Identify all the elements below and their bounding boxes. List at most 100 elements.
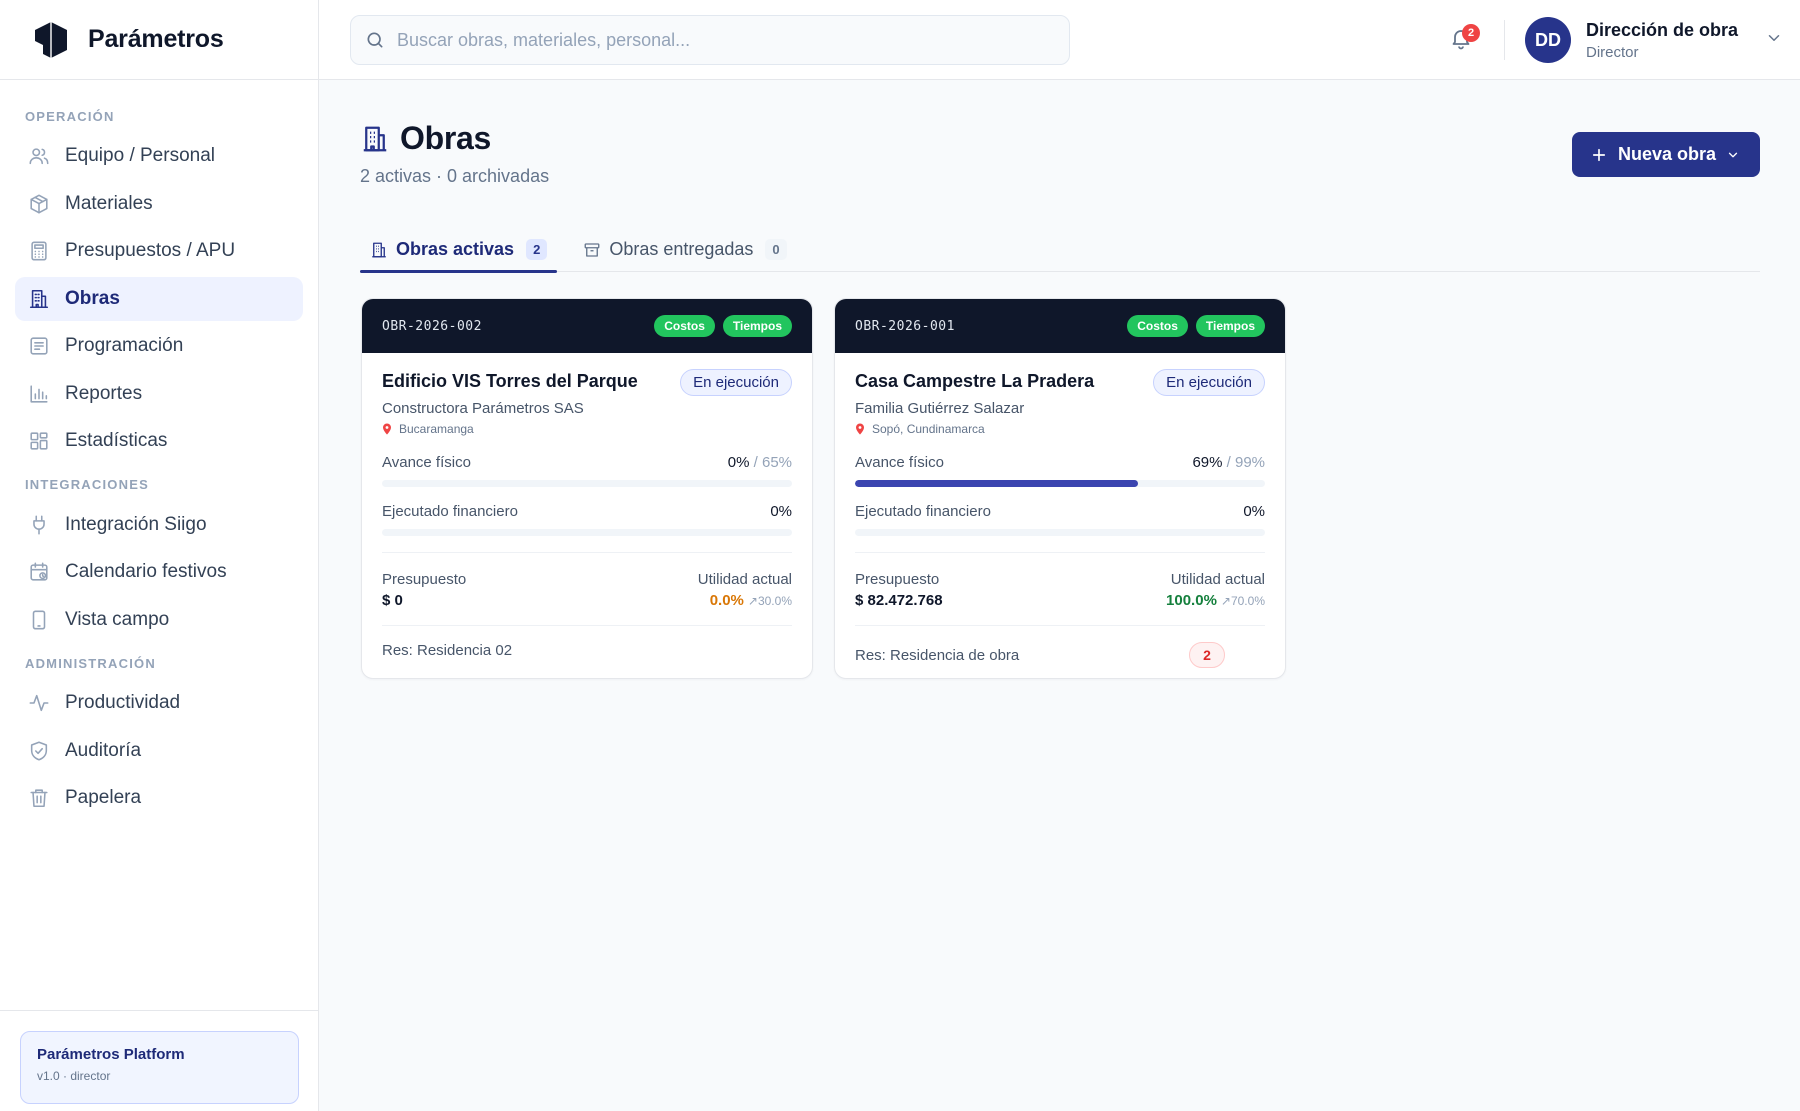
obra-code: OBR-2026-002 bbox=[382, 318, 482, 334]
metric-label: Avance físico bbox=[382, 454, 471, 471]
notifications-badge: 2 bbox=[1462, 24, 1480, 42]
metric-value: 69% / 99% bbox=[1192, 454, 1265, 471]
sidebar-nav: OPERACIÓN Equipo / Personal Materiales P… bbox=[0, 80, 318, 820]
progress-bar bbox=[382, 480, 792, 487]
chip-costos: Costos bbox=[654, 315, 715, 337]
sidebar-item-label: Productividad bbox=[65, 692, 181, 713]
sidebar-item-auditoria[interactable]: Auditoría bbox=[15, 729, 303, 773]
progress-value: 69% bbox=[1192, 454, 1223, 471]
plug-icon bbox=[33, 515, 45, 534]
avatar: DD bbox=[1525, 17, 1571, 63]
map-pin-icon bbox=[856, 423, 864, 435]
sidebar-item-siigo[interactable]: Integración Siigo bbox=[15, 503, 303, 547]
financial-value: 0% bbox=[1243, 503, 1265, 520]
tabs: Obras activas 2 Obras entregadas 0 bbox=[360, 227, 1760, 273]
metric-financiero: Ejecutado financiero 0% bbox=[855, 503, 1265, 536]
sidebar-item-label: Programación bbox=[65, 335, 184, 356]
financial-bar bbox=[382, 529, 792, 536]
sidebar-item-estadisticas[interactable]: Estadísticas bbox=[15, 419, 303, 463]
alert-count-badge[interactable]: 2 bbox=[1189, 642, 1225, 668]
search-box[interactable] bbox=[350, 15, 1070, 65]
status-badge: En ejecución bbox=[1153, 369, 1265, 396]
activity-icon bbox=[29, 694, 49, 712]
obra-code: OBR-2026-001 bbox=[855, 318, 955, 334]
obra-card[interactable]: OBR-2026-001 Costos Tiempos Casa Campest… bbox=[834, 298, 1286, 679]
obra-client: Constructora Parámetros SAS bbox=[382, 400, 584, 417]
budget-row: Presupuesto $ 0 Utilidad actual 0.0% ↗30.… bbox=[382, 571, 792, 609]
metric-value: 0% / 65% bbox=[728, 454, 792, 471]
sidebar-item-label: Papelera bbox=[65, 787, 142, 808]
financial-value: 0% bbox=[770, 503, 792, 520]
sidebar-item-calendario[interactable]: Calendario festivos bbox=[15, 550, 303, 594]
tab-obras-activas[interactable]: Obras activas 2 bbox=[360, 227, 558, 273]
utility-value-row: 100.0% ↗70.0% bbox=[1166, 592, 1265, 609]
sidebar-item-programacion[interactable]: Programación bbox=[15, 324, 303, 368]
notifications-button[interactable]: 2 bbox=[1449, 24, 1480, 54]
map-pin-icon bbox=[383, 423, 391, 435]
obra-card[interactable]: OBR-2026-002 Costos Tiempos Edificio VIS… bbox=[361, 298, 813, 679]
chevron-down-icon bbox=[1728, 152, 1738, 157]
sidebar-item-label: Estadísticas bbox=[65, 430, 168, 451]
platform-name: Parámetros Platform bbox=[37, 1046, 185, 1063]
resident-text: Res: Residencia de obra bbox=[855, 646, 1020, 664]
budget-label: Presupuesto bbox=[382, 571, 467, 588]
utility-trend: ↗70.0% bbox=[1220, 594, 1265, 608]
dashboard-icon bbox=[30, 432, 48, 450]
obra-title: Casa Campestre La Pradera bbox=[855, 371, 1095, 391]
nav-section-title: INTEGRACIONES bbox=[25, 477, 149, 492]
metric-label: Avance físico bbox=[855, 454, 944, 471]
sidebar-item-equipo[interactable]: Equipo / Personal bbox=[15, 134, 303, 178]
status-badge: En ejecución bbox=[680, 369, 792, 396]
building-icon bbox=[372, 242, 386, 257]
tab-count: 2 bbox=[526, 239, 548, 260]
tab-obras-entregadas[interactable]: Obras entregadas 0 bbox=[573, 227, 796, 272]
platform-version: v1.0 · director bbox=[37, 1069, 111, 1083]
building-icon bbox=[29, 289, 49, 308]
search-icon bbox=[367, 32, 383, 48]
card-chips: Costos Tiempos bbox=[1127, 315, 1265, 337]
topbar-divider bbox=[1504, 20, 1505, 60]
metric-label: Ejecutado financiero bbox=[855, 503, 991, 520]
progress-bar bbox=[855, 480, 1265, 487]
sidebar-item-label: Integración Siigo bbox=[65, 513, 207, 535]
plus-icon bbox=[1592, 148, 1606, 161]
utility-value: 100.0% bbox=[1166, 592, 1217, 609]
bar-chart-icon bbox=[30, 384, 48, 403]
card-title-row: Edificio VIS Torres del Parque En ejecuc… bbox=[382, 369, 792, 396]
resident-row: Res: Residencia de obra 2 bbox=[855, 642, 1265, 668]
schedule-icon bbox=[30, 337, 48, 355]
main-content: Obras 2 activas · 0 archivadas Nueva obr… bbox=[319, 80, 1800, 1111]
sidebar-item-obras[interactable]: Obras bbox=[15, 276, 303, 321]
financial-bar bbox=[855, 529, 1265, 536]
tab-label: Obras activas bbox=[396, 239, 515, 259]
sidebar-item-label: Presupuestos / APU bbox=[65, 240, 236, 261]
trash-icon bbox=[30, 789, 48, 808]
metric-label: Ejecutado financiero bbox=[382, 503, 518, 520]
nav-section-title: OPERACIÓN bbox=[25, 108, 115, 124]
search-input[interactable] bbox=[397, 29, 1037, 51]
sidebar-item-papelera[interactable]: Papelera bbox=[15, 776, 303, 820]
sidebar-item-productividad[interactable]: Productividad bbox=[15, 681, 303, 725]
resident-text: Res: Residencia 02 bbox=[382, 642, 513, 659]
box-icon bbox=[30, 194, 48, 213]
sidebar-item-label: Obras bbox=[65, 287, 120, 309]
tab-label: Obras entregadas bbox=[609, 239, 754, 259]
user-menu[interactable]: DD Dirección de obra Director bbox=[1525, 17, 1783, 63]
sidebar-item-vista-campo[interactable]: Vista campo bbox=[15, 598, 303, 642]
sidebar-item-presupuestos[interactable]: Presupuestos / APU bbox=[15, 229, 303, 273]
utility-label: Utilidad actual bbox=[1170, 571, 1265, 588]
divider bbox=[382, 552, 792, 553]
sidebar-item-label: Auditoría bbox=[65, 739, 142, 761]
page-title: Obras bbox=[400, 120, 491, 156]
sidebar-item-materiales[interactable]: Materiales bbox=[15, 182, 303, 226]
sidebar: Parámetros OPERACIÓN Equipo / Personal M… bbox=[0, 0, 319, 1111]
new-obra-button[interactable]: Nueva obra bbox=[1571, 132, 1760, 177]
calculator-icon bbox=[31, 241, 47, 261]
brand-name: Parámetros bbox=[88, 25, 224, 53]
sidebar-item-label: Equipo / Personal bbox=[65, 145, 215, 166]
page-header: Obras 2 activas · 0 archivadas bbox=[360, 120, 549, 187]
location-text: Bucaramanga bbox=[399, 422, 474, 436]
sidebar-item-reportes[interactable]: Reportes bbox=[15, 372, 303, 416]
card-body: Edificio VIS Torres del Parque En ejecuc… bbox=[362, 353, 812, 659]
brand[interactable]: Parámetros bbox=[0, 0, 318, 80]
